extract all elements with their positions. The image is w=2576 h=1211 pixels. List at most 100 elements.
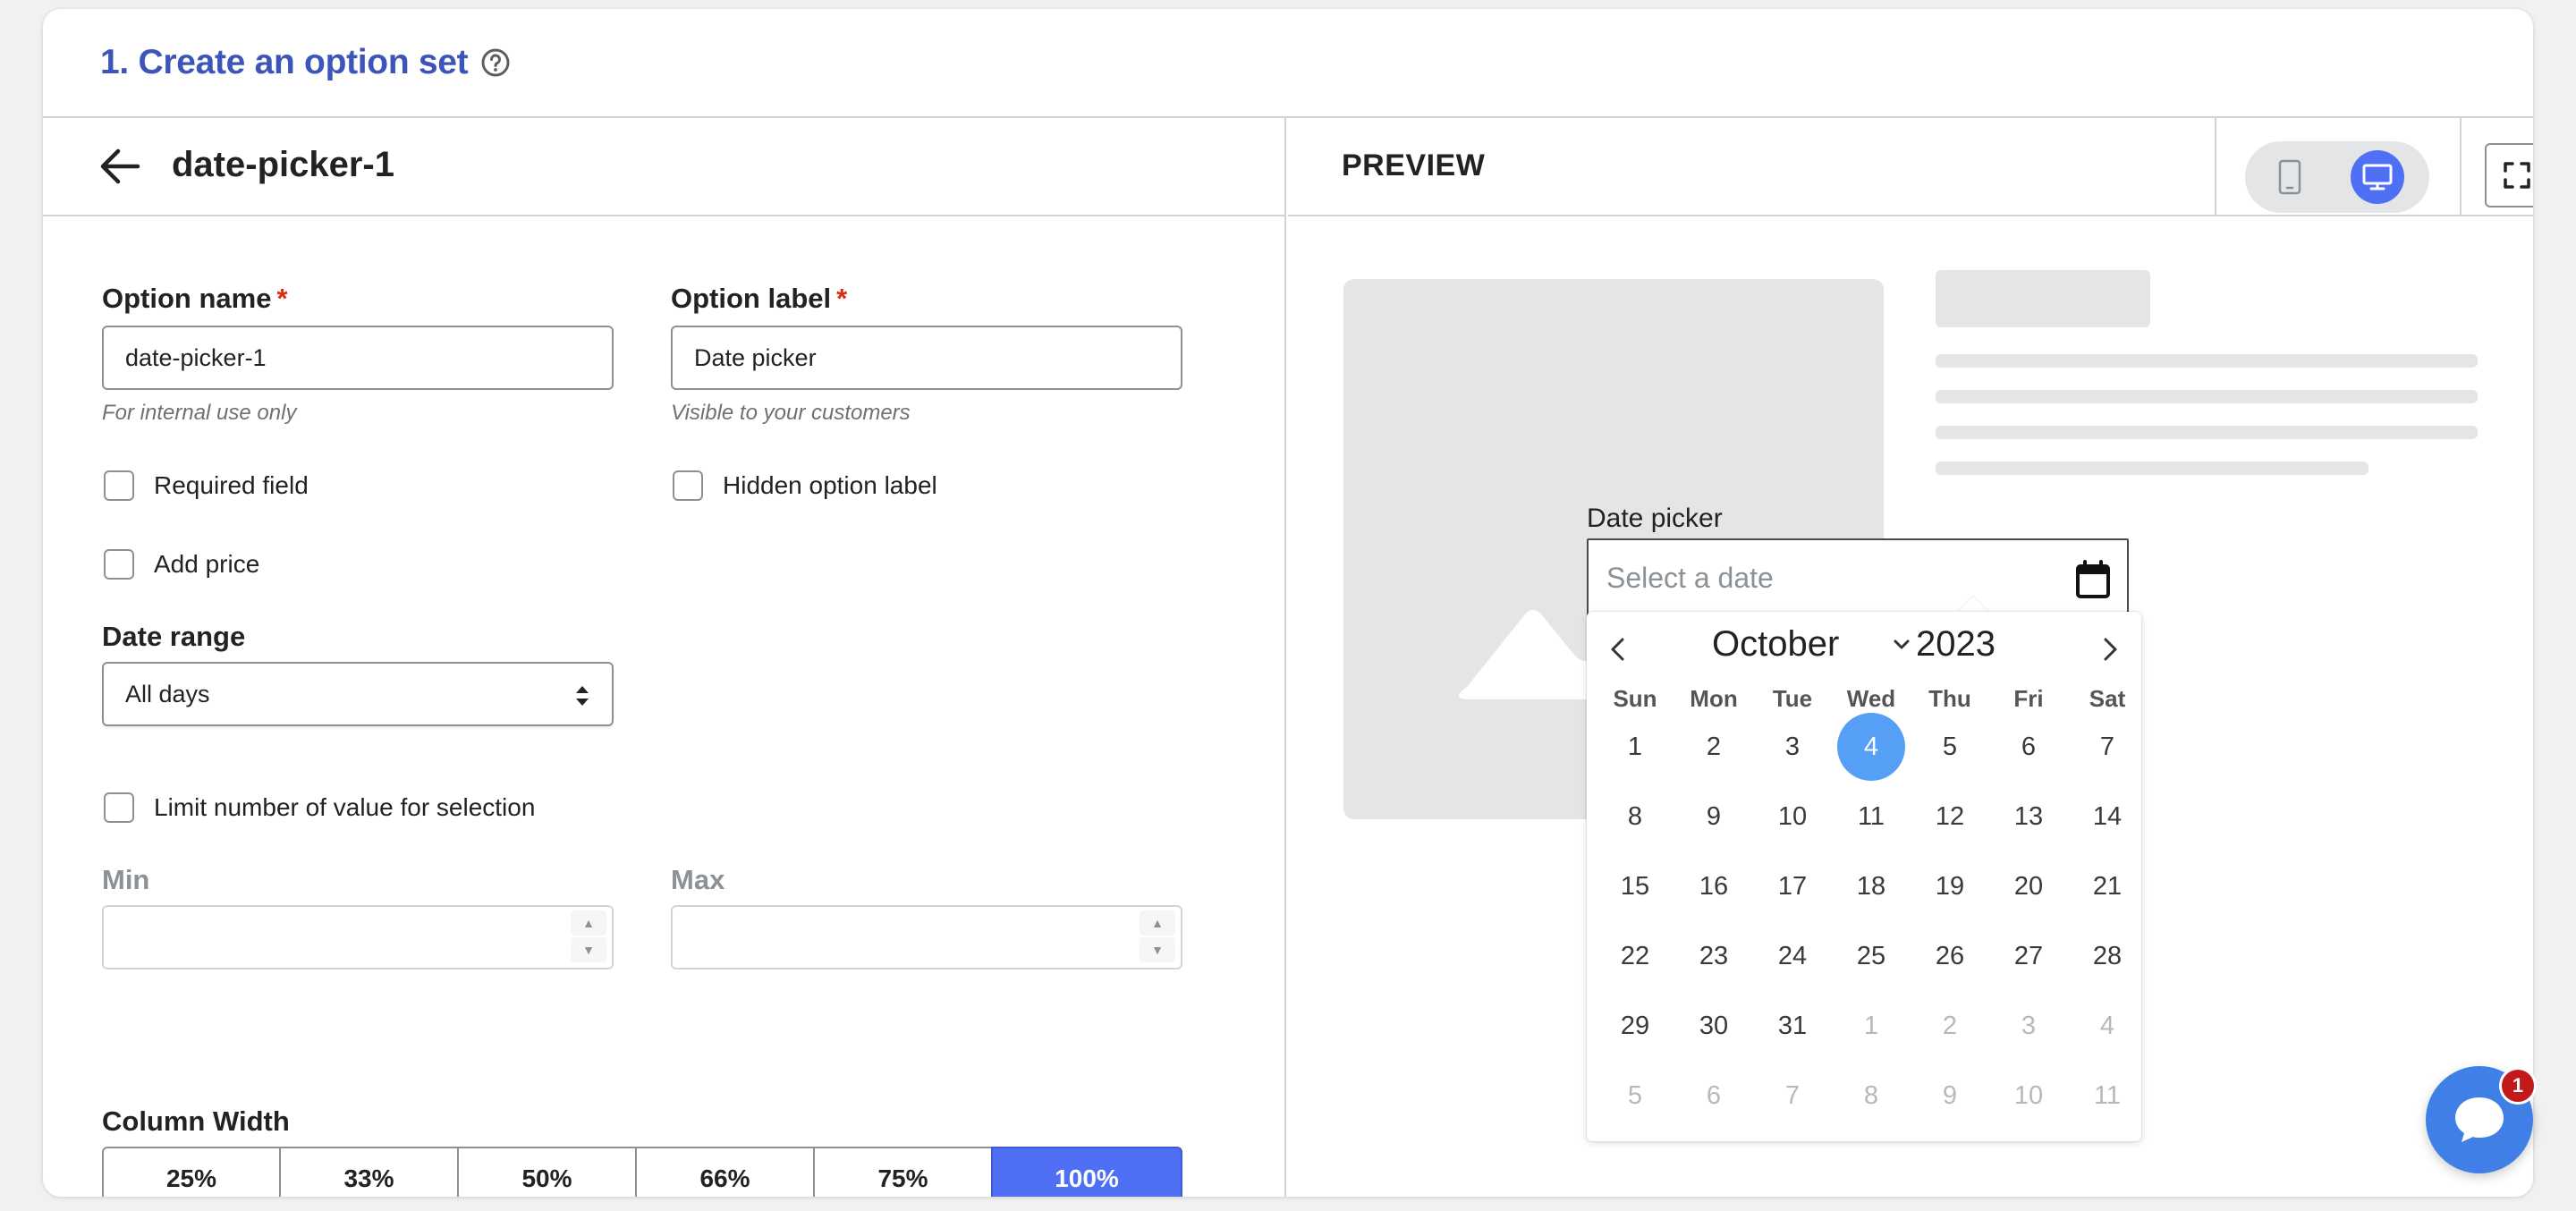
calendar-day[interactable]: 18 [1835,851,1907,921]
max-increment-button[interactable]: ▲ [1140,910,1175,936]
width-25-button[interactable]: 25% [102,1147,281,1197]
calendar-icon[interactable] [2075,560,2111,599]
calendar-day[interactable]: 27 [1993,921,2064,991]
calendar-day[interactable]: 11 [1835,782,1907,851]
calendar-day-number: 9 [1706,801,1722,831]
calendar-day[interactable]: 3 [1757,712,1828,782]
option-name-label: Option name * [102,283,288,314]
calendar-day[interactable]: 17 [1757,851,1828,921]
add-price-checkbox[interactable] [104,549,134,580]
calendar-day[interactable]: 6 [1993,712,2064,782]
calendar-day[interactable]: 9 [1678,782,1750,851]
calendar-day[interactable]: 14 [2072,782,2143,851]
calendar-day[interactable]: 5 [1914,712,1986,782]
width-50-button[interactable]: 50% [457,1147,637,1197]
arrow-left-icon[interactable] [98,147,141,186]
calendar-day[interactable]: 9 [1914,1061,1986,1131]
prev-month-icon[interactable] [1606,637,1631,662]
calendar-day[interactable]: 3 [1993,991,2064,1061]
width-66-button[interactable]: 66% [635,1147,815,1197]
calendar-day[interactable]: 30 [1678,991,1750,1061]
hidden-option-label-row[interactable]: Hidden option label [673,470,937,501]
skeleton-line [1936,426,2478,439]
calendar-day-selected[interactable]: 4 [1835,712,1907,782]
calendar-day[interactable]: 20 [1993,851,2064,921]
calendar-day[interactable]: 4 [2072,991,2143,1061]
calendar-day-number: 3 [2021,1011,2037,1040]
calendar-day-number: 4 [1863,732,1879,761]
calendar-day-number: 16 [1699,871,1729,901]
calendar-day[interactable]: 19 [1914,851,1986,921]
min-decrement-button[interactable]: ▼ [571,937,606,962]
calendar-day[interactable]: 12 [1914,782,1986,851]
calendar-month[interactable]: October [1712,624,1839,665]
calendar-day[interactable]: 8 [1835,1061,1907,1131]
calendar-day[interactable]: 2 [1914,991,1986,1061]
desktop-preview-button[interactable] [2351,150,2404,204]
calendar-day[interactable]: 1 [1599,712,1671,782]
max-input[interactable]: ▲ ▼ [671,905,1182,970]
chevron-down-icon[interactable] [1893,639,1911,651]
required-mark: * [836,283,848,314]
option-label-input[interactable] [671,326,1182,390]
calendar-day[interactable]: 31 [1757,991,1828,1061]
skeleton-line [1936,390,2478,403]
calendar-day-number: 30 [1699,1011,1729,1040]
calendar-day[interactable]: 5 [1599,1061,1671,1131]
required-field-row[interactable]: Required field [104,470,309,501]
calendar-day[interactable]: 29 [1599,991,1671,1061]
calendar-day-number: 14 [2092,801,2123,831]
calendar-day[interactable]: 10 [1993,1061,2064,1131]
calendar-day[interactable]: 21 [2072,851,2143,921]
date-picker-input[interactable]: Select a date [1587,538,2129,617]
calendar-day[interactable]: 26 [1914,921,1986,991]
min-increment-button[interactable]: ▲ [571,910,606,936]
calendar-day[interactable]: 2 [1678,712,1750,782]
hidden-option-label-checkbox[interactable] [673,470,703,501]
date-picker-label: Date picker [1587,504,1723,533]
mobile-preview-button[interactable] [2263,150,2317,204]
calendar-year[interactable]: 2023 [1916,624,1996,665]
calendar-day-number: 19 [1935,871,1965,901]
calendar-day[interactable]: 24 [1757,921,1828,991]
calendar-day-number: 29 [1620,1011,1650,1040]
calendar-day[interactable]: 22 [1599,921,1671,991]
limit-selection-row[interactable]: Limit number of value for selection [104,792,535,823]
calendar-day[interactable]: 7 [1757,1061,1828,1131]
weekday-sat: Sat [2089,685,2126,712]
width-75-button[interactable]: 75% [813,1147,993,1197]
calendar-day[interactable]: 13 [1993,782,2064,851]
calendar-day[interactable]: 28 [2072,921,2143,991]
max-decrement-button[interactable]: ▼ [1140,937,1175,962]
fullscreen-button[interactable] [2485,143,2533,207]
calendar-day[interactable]: 1 [1835,991,1907,1061]
option-name-input[interactable] [102,326,614,390]
min-input[interactable]: ▲ ▼ [102,905,614,970]
calendar-day-number: 28 [2092,941,2123,970]
calendar-day[interactable]: 11 [2072,1061,2143,1131]
calendar-day-number: 20 [2013,871,2044,901]
calendar-day[interactable]: 8 [1599,782,1671,851]
skeleton-title [1936,270,2150,327]
width-100-button[interactable]: 100% [991,1147,1182,1197]
width-33-button[interactable]: 33% [279,1147,459,1197]
calendar-day[interactable]: 25 [1835,921,1907,991]
calendar-day[interactable]: 6 [1678,1061,1750,1131]
calendar-day[interactable]: 23 [1678,921,1750,991]
date-range-select[interactable]: All days [102,662,614,726]
calendar-day-number: 11 [1857,801,1885,831]
preview-toolbar: PREVIEW [1288,118,2533,216]
required-field-checkbox[interactable] [104,470,134,501]
calendar-day-number: 23 [1699,941,1729,970]
add-price-row[interactable]: Add price [104,549,259,580]
question-circle-icon[interactable] [480,47,511,78]
limit-selection-checkbox[interactable] [104,792,134,823]
calendar-day[interactable]: 10 [1757,782,1828,851]
next-month-icon[interactable] [2097,637,2122,662]
calendar-day[interactable]: 16 [1678,851,1750,921]
calendar-day[interactable]: 7 [2072,712,2143,782]
calendar-day-number: 17 [1777,871,1808,901]
max-label: Max [671,864,725,895]
calendar-day-number: 6 [2021,732,2037,761]
calendar-day[interactable]: 15 [1599,851,1671,921]
